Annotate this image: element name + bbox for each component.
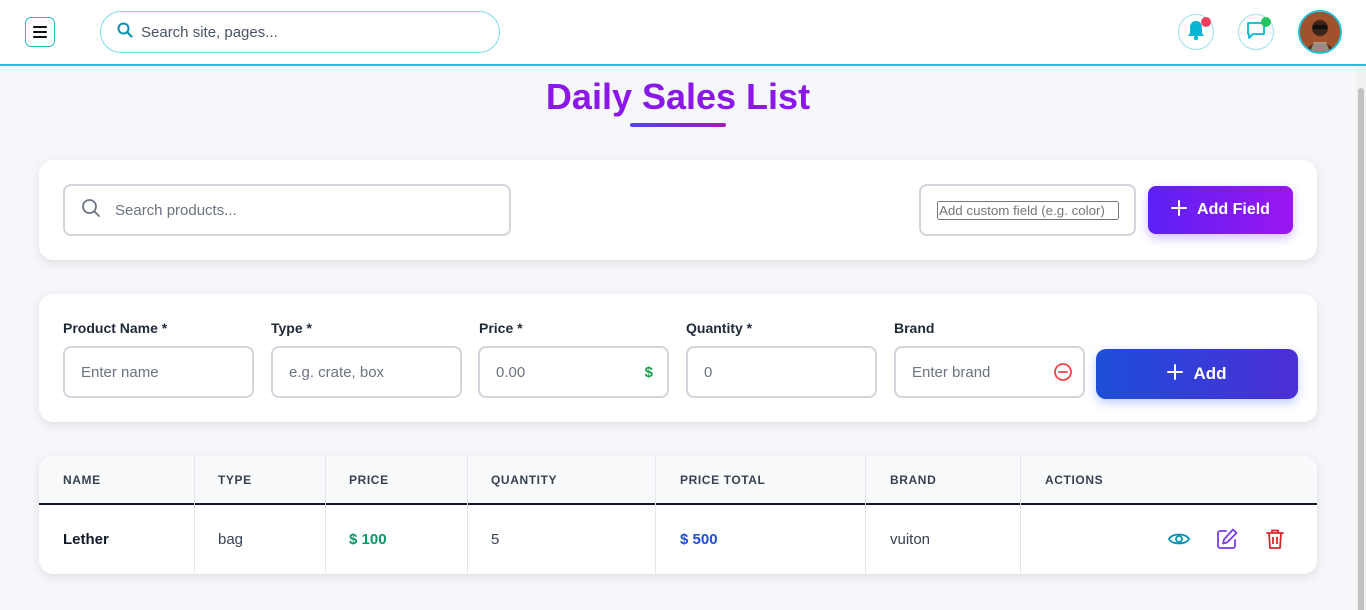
product-search-box[interactable] [63,184,511,236]
product-name-label: Product Name * [63,320,168,336]
type-input[interactable] [289,363,439,381]
cell-type: bag [218,531,244,548]
type-label: Type * [271,320,312,336]
messages-button[interactable] [1238,14,1274,50]
product-form-card: Product Name * Type * Price * $ Quantity… [39,294,1317,422]
type-field[interactable] [271,346,462,398]
search-card: Add Field [39,160,1317,260]
custom-field-input[interactable] [937,200,1119,220]
column-header-price-total[interactable]: PRICE TOTAL [656,456,766,505]
brand-label: Brand [894,320,935,336]
product-name-input[interactable] [81,363,231,381]
column-header-quantity[interactable]: QUANTITY [467,456,557,505]
price-input[interactable] [496,363,616,381]
quantity-field[interactable] [686,346,877,398]
custom-field-box[interactable] [919,184,1136,236]
price-field[interactable]: $ [478,346,669,398]
sales-table: NAME TYPE PRICE QUANTITY PRICE TOTAL BRA… [39,456,1317,574]
currency-suffix: $ [644,363,653,381]
column-header-brand[interactable]: BRAND [866,456,936,505]
brand-field[interactable] [894,346,1085,398]
row-actions [1167,527,1287,551]
scrollbar-thumb[interactable] [1358,88,1364,610]
notifications-button[interactable] [1178,14,1214,50]
delete-icon[interactable] [1263,527,1287,551]
cell-name: Lether [63,531,109,548]
cell-price: $ 100 [349,531,387,548]
page-title: Daily Sales List [545,76,811,117]
brand-input[interactable] [912,363,1042,381]
edit-icon[interactable] [1215,527,1239,551]
product-name-field[interactable] [63,346,254,398]
cell-brand: vuiton [890,531,931,548]
title-underline [630,123,726,127]
add-field-button[interactable]: Add Field [1148,186,1293,234]
table-row: Lether bag $ 100 5 $ 500 vuiton [39,505,1317,574]
product-search-input[interactable] [115,201,495,219]
top-bar [0,0,1366,66]
column-header-name[interactable]: NAME [39,456,101,505]
notification-dot [1201,17,1211,27]
menu-button[interactable] [25,17,55,47]
quantity-input[interactable] [704,363,854,381]
price-label: Price * [479,320,523,336]
site-search-box[interactable] [100,11,500,53]
remove-field-icon[interactable] [1053,362,1073,387]
add-product-label: Add [1193,364,1227,383]
cell-quantity: 5 [491,531,500,548]
plus-icon [1171,199,1188,221]
column-header-actions: ACTIONS [1045,473,1104,487]
hamburger-icon [33,23,47,41]
cell-price-total: $ 500 [680,531,718,548]
view-icon[interactable] [1167,527,1191,551]
table-header: NAME TYPE PRICE QUANTITY PRICE TOTAL BRA… [39,456,1317,505]
add-product-button[interactable]: Add [1096,349,1298,399]
search-icon [81,198,101,223]
message-dot [1261,17,1271,27]
add-field-label: Add Field [1197,201,1270,218]
quantity-label: Quantity * [686,320,753,336]
avatar[interactable] [1298,10,1342,54]
column-header-price[interactable]: PRICE [325,456,389,505]
plus-icon [1167,363,1184,385]
page-scrollbar[interactable] [1356,66,1366,610]
search-icon [117,22,133,43]
column-header-type[interactable]: TYPE [194,456,252,505]
site-search-input[interactable] [141,23,481,41]
